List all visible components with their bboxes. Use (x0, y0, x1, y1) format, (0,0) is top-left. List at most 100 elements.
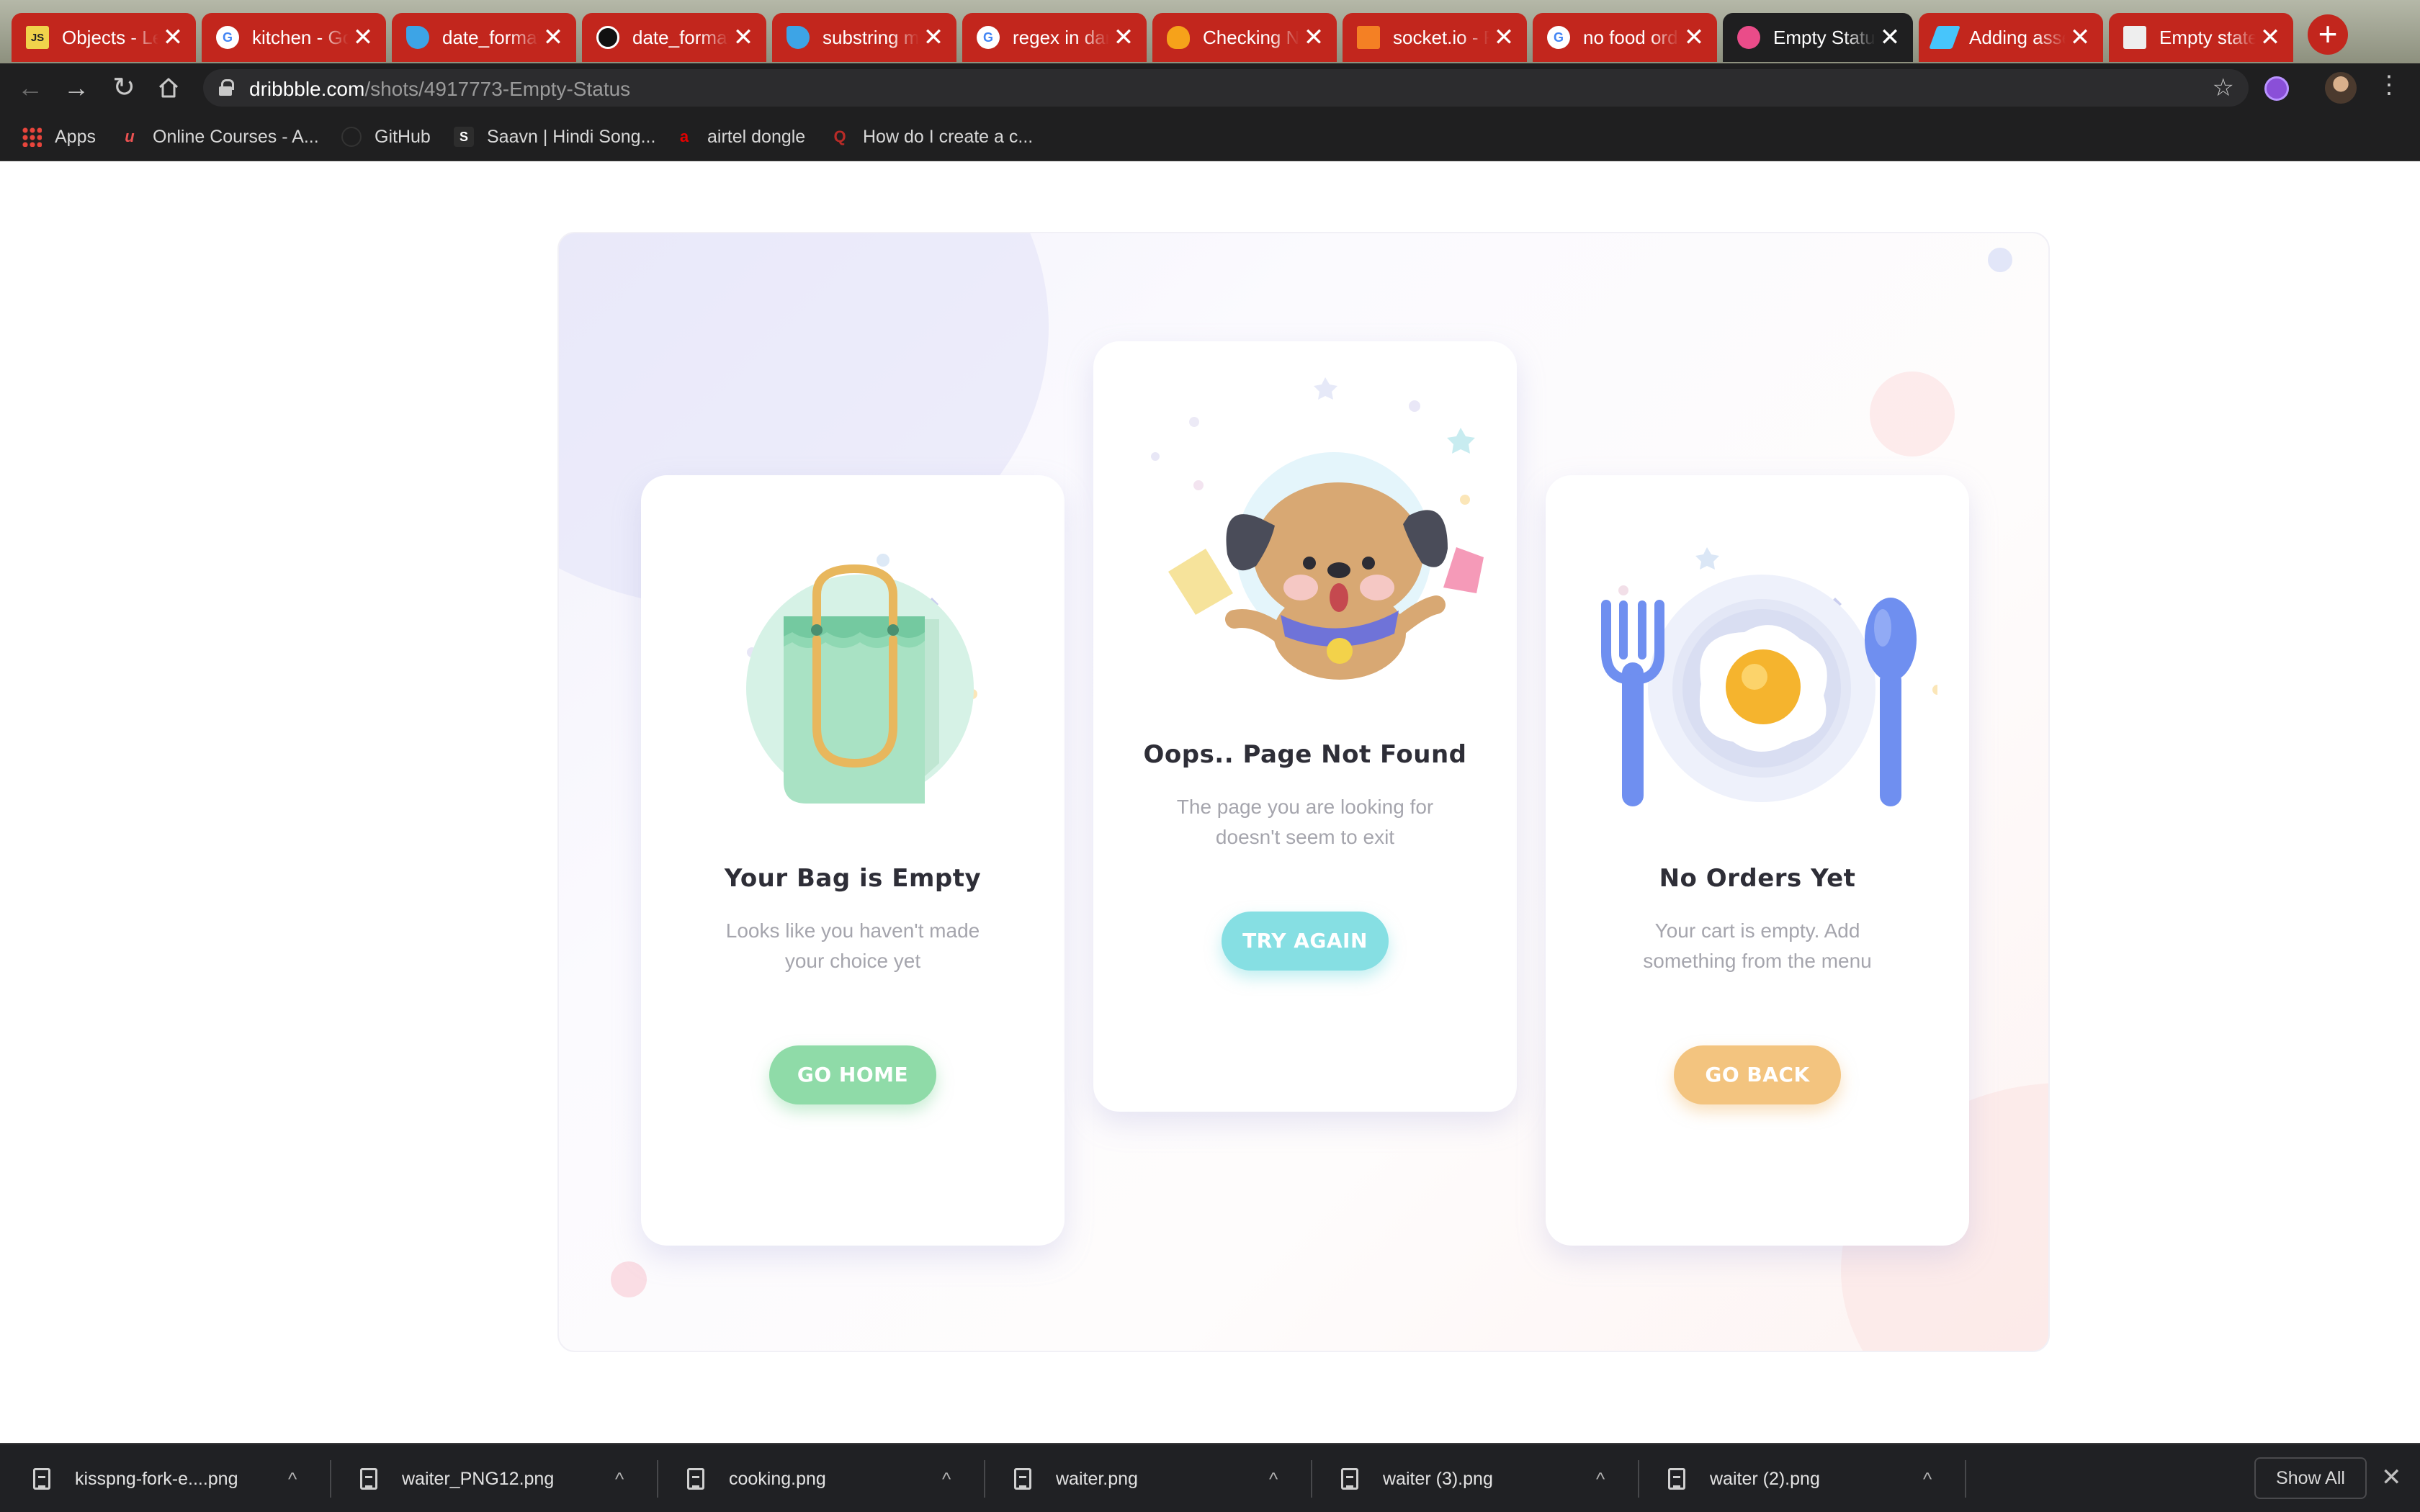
home-icon[interactable] (151, 71, 186, 105)
card-title: Your Bag is Empty (724, 864, 982, 893)
tab-regex[interactable]: G regex in dar ✕ (962, 13, 1147, 62)
quora-icon: Q (833, 127, 846, 145)
download-item[interactable]: waiter (3).png ^ (1341, 1457, 1623, 1500)
download-item[interactable]: cooking.png ^ (687, 1457, 969, 1500)
card-title: Oops.. Page Not Found (1143, 740, 1467, 769)
show-all-button[interactable]: Show All (2254, 1457, 2367, 1499)
new-tab-button[interactable]: + (2308, 14, 2348, 55)
back-arrow-icon[interactable]: ← (13, 71, 48, 105)
js-icon: JS (26, 26, 49, 49)
tab-socketio[interactable]: socket.io - F ✕ (1343, 13, 1527, 62)
tab-title: Empty state (2159, 26, 2256, 48)
tab-title: Adding asse (1969, 26, 2066, 48)
tab-strip: JS Objects - Le ✕ G kitchen - Go ✕ date_… (0, 0, 2420, 63)
close-tab-icon[interactable]: ✕ (539, 25, 568, 50)
close-tab-icon[interactable]: ✕ (1299, 25, 1328, 50)
chevron-up-icon[interactable]: ^ (942, 1468, 951, 1490)
forward-arrow-icon[interactable]: → (59, 71, 94, 105)
tab-empty-state[interactable]: Empty state ✕ (2109, 13, 2293, 62)
chevron-up-icon[interactable]: ^ (1596, 1468, 1605, 1490)
divider (1311, 1460, 1312, 1498)
tab-empty-status[interactable]: Empty Statu ✕ (1723, 13, 1913, 62)
close-tab-icon[interactable]: ✕ (729, 25, 758, 50)
file-icon (1668, 1468, 1685, 1490)
bookmark-apps[interactable]: Apps (22, 125, 96, 148)
dribbble-icon (1737, 26, 1760, 49)
apps-grid-icon (22, 127, 42, 147)
bookmarks-bar: Apps u Online Courses - A... GitHub S Sa… (0, 112, 2420, 161)
file-icon (360, 1468, 377, 1490)
download-filename: cooking.png (729, 1468, 826, 1489)
card-title: No Orders Yet (1659, 864, 1856, 893)
tab-date-format[interactable]: date_format ✕ (392, 13, 576, 62)
tab-adding-assets[interactable]: Adding asse ✕ (1919, 13, 2103, 62)
bookmark-label: GitHub (375, 126, 431, 147)
bookmark-star-icon[interactable]: ☆ (2213, 73, 2234, 102)
chevron-up-icon[interactable]: ^ (615, 1468, 624, 1490)
close-tab-icon[interactable]: ✕ (2256, 25, 2285, 50)
profile-avatar[interactable] (2325, 72, 2357, 104)
tab-title: Checking N (1203, 26, 1299, 48)
file-icon (1014, 1468, 1031, 1490)
bookmark-github[interactable]: GitHub (341, 125, 431, 148)
firebase-icon (1167, 26, 1190, 49)
plate-with-egg-icon (1601, 547, 1937, 806)
bookmark-airtel[interactable]: a airtel dongle (674, 125, 805, 148)
tab-title: date_format (442, 26, 539, 48)
divider (657, 1460, 658, 1498)
bookmark-quora[interactable]: Q How do I create a c... (830, 125, 1033, 148)
decor-circle (1870, 372, 1955, 456)
download-item[interactable]: waiter.png ^ (1014, 1457, 1296, 1500)
close-tab-icon[interactable]: ✕ (349, 25, 377, 50)
flutter-icon (1929, 26, 1960, 49)
download-filename: waiter.png (1056, 1468, 1138, 1489)
bookmark-online-courses[interactable]: u Online Courses - A... (120, 125, 318, 148)
download-item[interactable]: waiter_PNG12.png ^ (360, 1457, 642, 1500)
close-tab-icon[interactable]: ✕ (1876, 25, 1904, 50)
extension-icon[interactable] (2264, 76, 2289, 101)
close-tab-icon[interactable]: ✕ (1489, 25, 1518, 50)
chevron-up-icon[interactable]: ^ (288, 1468, 297, 1490)
chevron-up-icon[interactable]: ^ (1923, 1468, 1932, 1490)
card-description: The page you are looking for doesn't seem… (1176, 796, 1434, 848)
saavn-icon: S (454, 127, 474, 147)
tab-checking[interactable]: Checking N ✕ (1152, 13, 1337, 62)
close-tab-icon[interactable]: ✕ (919, 25, 948, 50)
bookmark-label: Apps (55, 126, 96, 147)
more-menu-icon[interactable]: ⋮ (2377, 71, 2401, 99)
download-item[interactable]: waiter (2).png ^ (1668, 1457, 1950, 1500)
bookmark-label: How do I create a c... (863, 126, 1034, 147)
download-item[interactable]: kisspng-fork-e....png ^ (33, 1457, 315, 1500)
google-icon: G (216, 26, 239, 49)
tab-substring[interactable]: substring m ✕ (772, 13, 956, 62)
download-filename: waiter_PNG12.png (402, 1468, 555, 1489)
tab-kitchen[interactable]: G kitchen - Go ✕ (202, 13, 386, 62)
github-icon (596, 26, 619, 49)
no-orders-card: No Orders Yet Your cart is empty. Add som… (1546, 475, 1969, 1246)
reload-icon[interactable]: ↻ (107, 71, 141, 105)
try-again-button[interactable]: TRY AGAIN (1222, 912, 1389, 971)
download-shelf: kisspng-fork-e....png ^ waiter_PNG12.png… (0, 1443, 2420, 1512)
tab-title: substring m (823, 26, 919, 48)
tab-objects[interactable]: JS Objects - Le ✕ (12, 13, 196, 62)
tab-date-format-github[interactable]: date_format ✕ (582, 13, 766, 62)
address-bar[interactable]: dribbble.com/shots/4917773-Empty-Status … (203, 69, 2249, 107)
github-icon (341, 127, 362, 147)
tab-no-food[interactable]: G no food ord ✕ (1533, 13, 1717, 62)
divider (984, 1460, 985, 1498)
puppy-icon (1151, 377, 1484, 680)
close-tab-icon[interactable]: ✕ (1109, 25, 1138, 50)
chevron-up-icon[interactable]: ^ (1269, 1468, 1278, 1490)
page-icon (2123, 26, 2146, 49)
tab-title: socket.io - F (1393, 26, 1489, 48)
close-tab-icon[interactable]: ✕ (1680, 25, 1708, 50)
divider (1638, 1460, 1639, 1498)
tab-title: Empty Statu (1773, 26, 1876, 48)
go-back-button[interactable]: GO BACK (1674, 1045, 1841, 1104)
close-tab-icon[interactable]: ✕ (158, 25, 187, 50)
bookmark-saavn[interactable]: S Saavn | Hindi Song... (454, 125, 655, 148)
close-tab-icon[interactable]: ✕ (2066, 25, 2094, 50)
go-home-button[interactable]: GO HOME (769, 1045, 936, 1104)
close-shelf-icon[interactable]: ✕ (2381, 1463, 2402, 1492)
bookmark-label: airtel dongle (707, 126, 806, 147)
